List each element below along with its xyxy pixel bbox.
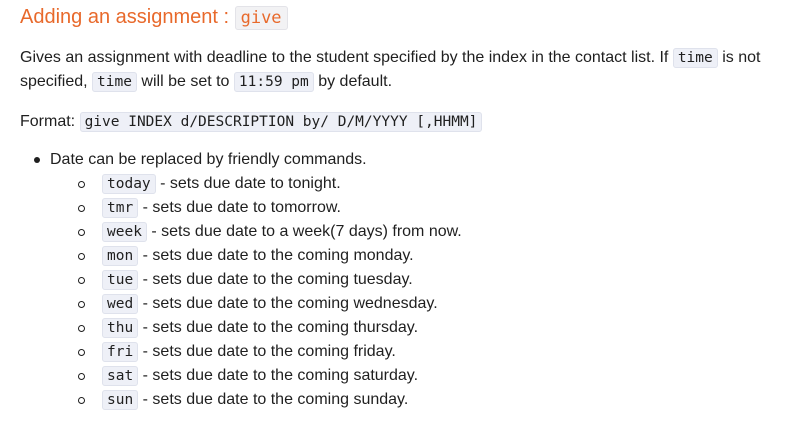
description-text: by default.	[313, 73, 393, 90]
notes-list: Date can be replaced by friendly command…	[34, 148, 462, 412]
list-item: wed - sets due date to the coming wednes…	[78, 292, 462, 316]
heading-command-code: give	[234, 6, 288, 30]
command-description: - sets due date to the coming friday.	[138, 343, 396, 360]
command-description: - sets due date to the coming saturday.	[138, 367, 419, 384]
list-item: today - sets due date to tonight.	[78, 172, 462, 196]
command-description: - sets due date to the coming monday.	[138, 247, 414, 264]
command-code: tue	[102, 270, 139, 290]
list-item: sat - sets due date to the coming saturd…	[78, 364, 462, 388]
command-code: tmr	[102, 198, 139, 218]
description-text: Gives an assignment with deadline to the…	[20, 49, 673, 66]
command-code: thu	[102, 318, 139, 338]
list-item: Date can be replaced by friendly command…	[34, 148, 462, 412]
list-item: tue - sets due date to the coming tuesda…	[78, 268, 462, 292]
heading-text: Adding an assignment :	[20, 6, 235, 28]
list-item: fri - sets due date to the coming friday…	[78, 340, 462, 364]
inline-code: 11:59 pm	[233, 72, 314, 92]
list-item: mon - sets due date to the coming monday…	[78, 244, 462, 268]
inline-code: time	[672, 48, 718, 68]
format-line: Format: give INDEX d/DESCRIPTION by/ D/M…	[20, 110, 483, 134]
command-description: - sets due date to the coming thursday.	[138, 319, 419, 336]
command-code: sat	[102, 366, 139, 386]
command-code: wed	[102, 294, 139, 314]
section-heading: Adding an assignment : give	[20, 4, 288, 31]
format-label: Format:	[20, 113, 80, 130]
list-item: thu - sets due date to the coming thursd…	[78, 316, 462, 340]
command-description: - sets due date to the coming tuesday.	[138, 271, 413, 288]
command-description: - sets due date to tomorrow.	[138, 199, 341, 216]
bullet-text: Date can be replaced by friendly command…	[50, 151, 367, 168]
inline-code: time	[92, 72, 137, 92]
format-code: give INDEX d/DESCRIPTION by/ D/M/YYYY [,…	[79, 112, 483, 132]
command-description: - sets due date to the coming sunday.	[138, 391, 409, 408]
list-item: sun - sets due date to the coming sunday…	[78, 388, 462, 412]
command-description: - sets due date to a week(7 days) from n…	[146, 223, 462, 240]
command-code: sun	[102, 390, 139, 410]
command-description: Gives an assignment with deadline to the…	[20, 46, 770, 94]
list-item: tmr - sets due date to tomorrow.	[78, 196, 462, 220]
command-code: today	[102, 174, 156, 194]
list-item: week - sets due date to a week(7 days) f…	[78, 220, 462, 244]
description-text: will be set to	[136, 73, 234, 90]
friendly-commands-list: today - sets due date to tonight. tmr - …	[50, 172, 462, 412]
command-code: week	[102, 222, 147, 242]
command-code: mon	[102, 246, 139, 266]
command-code: fri	[102, 342, 139, 362]
command-description: - sets due date to tonight.	[155, 175, 341, 192]
command-description: - sets due date to the coming wednesday.	[138, 295, 438, 312]
